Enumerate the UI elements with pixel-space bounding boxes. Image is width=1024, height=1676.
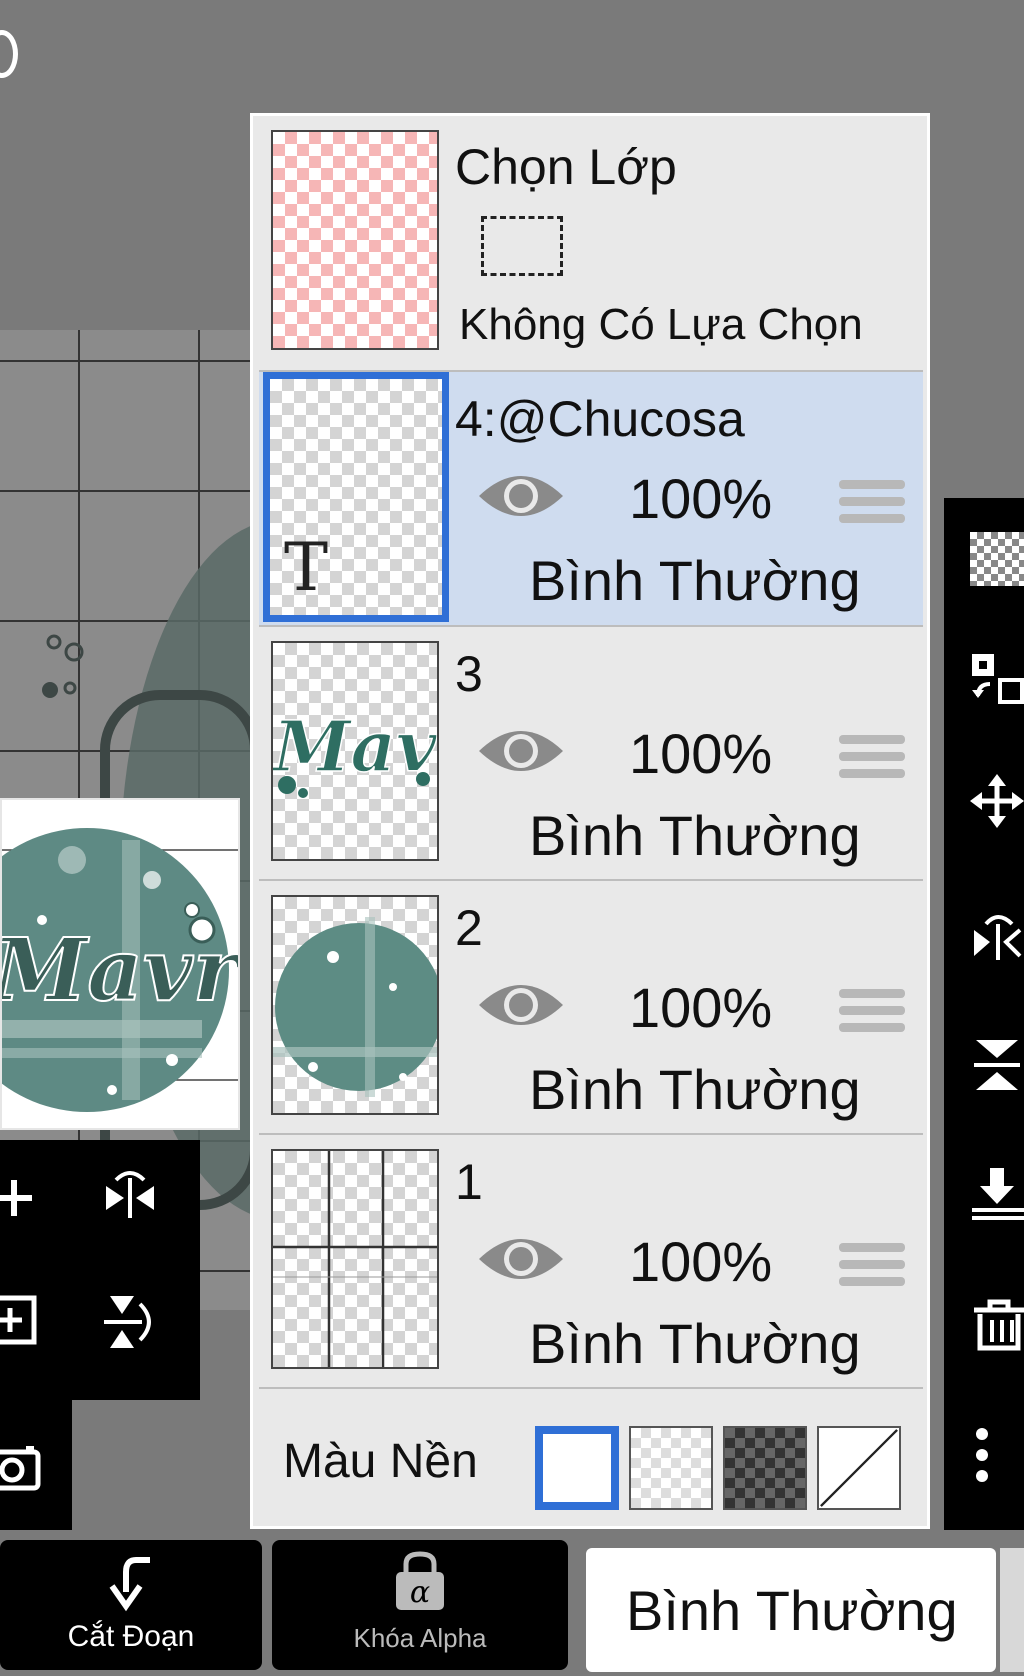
lock-alpha-icon: α bbox=[396, 1551, 444, 1610]
marquee-selection-icon bbox=[481, 216, 563, 276]
text-layer-glyph: T bbox=[284, 529, 329, 606]
merge-down-icon[interactable] bbox=[970, 1168, 1024, 1222]
blend-mode-label: Bình Thường bbox=[626, 1579, 958, 1642]
layer-blend-mode: Bình Thường bbox=[529, 804, 861, 867]
layer-row-4[interactable]: T 4:@Chucosa 100% Bình Thường bbox=[259, 372, 923, 627]
layer-blend-mode: Bình Thường bbox=[529, 1058, 861, 1121]
layer-swap-icon[interactable] bbox=[970, 652, 1024, 706]
layer-2-art bbox=[273, 917, 437, 1097]
eye-icon[interactable] bbox=[477, 723, 565, 779]
move-icon[interactable] bbox=[970, 774, 1024, 828]
clip-label: Cắt Đoạn bbox=[67, 1620, 195, 1653]
arrow-curve-down-icon bbox=[109, 1557, 150, 1612]
flip-horizontal-icon[interactable] bbox=[100, 1164, 160, 1224]
flip-vertical-icon[interactable] bbox=[100, 1290, 160, 1350]
layer-name: 3 bbox=[455, 646, 483, 702]
eye-icon[interactable] bbox=[477, 1231, 565, 1287]
transparency-icon[interactable] bbox=[970, 532, 1024, 586]
background-color-row: Màu Nền bbox=[259, 1396, 923, 1524]
artwork-preview[interactable]: Mavri bbox=[0, 798, 240, 1130]
background-option-white[interactable] bbox=[535, 1426, 619, 1510]
background-color-label: Màu Nền bbox=[283, 1435, 478, 1488]
flip-layer-horizontal-icon[interactable] bbox=[970, 906, 1024, 960]
eye-icon[interactable] bbox=[477, 977, 565, 1033]
selection-status: Không Có Lựa Chọn bbox=[459, 300, 863, 349]
layer-opacity[interactable]: 100% bbox=[629, 1229, 772, 1294]
selection-layer-row[interactable]: Chọn Lớp Không Có Lựa Chọn bbox=[259, 116, 923, 372]
more-options-icon[interactable] bbox=[970, 1428, 1024, 1482]
layer-name: 2 bbox=[455, 900, 483, 956]
flip-layer-vertical-icon[interactable] bbox=[970, 1038, 1024, 1092]
layer-blend-mode: Bình Thường bbox=[529, 549, 861, 612]
camera-icon[interactable] bbox=[0, 1438, 60, 1498]
layer-opacity[interactable]: 100% bbox=[629, 721, 772, 786]
alpha-lock-button[interactable]: α Khóa Alpha bbox=[272, 1540, 568, 1670]
background-option-transparent-light[interactable] bbox=[629, 1426, 713, 1510]
svg-text:α: α bbox=[410, 1575, 430, 1610]
left-tool-panel bbox=[0, 1140, 200, 1400]
layer-opacity[interactable]: 100% bbox=[629, 466, 772, 531]
clip-button[interactable]: Cắt Đoạn bbox=[0, 1540, 262, 1670]
layer-blend-mode: Bình Thường bbox=[529, 1312, 861, 1375]
add-layer-icon[interactable] bbox=[0, 1168, 60, 1228]
alpha-lock-label: Khóa Alpha bbox=[353, 1623, 487, 1653]
layer-thumbnail-2 bbox=[271, 895, 439, 1115]
drag-handle-icon[interactable] bbox=[839, 1243, 905, 1294]
layer-name: 4:@Chucosa bbox=[455, 391, 745, 447]
layer-row-2[interactable]: 2 100% Bình Thường bbox=[259, 881, 923, 1135]
layer-name: 1 bbox=[455, 1154, 483, 1210]
bottom-bar: Cắt Đoạn α Khóa Alpha Bình Thường bbox=[0, 1530, 1024, 1676]
preview-artwork: Mavri bbox=[2, 828, 238, 1112]
drag-handle-icon[interactable] bbox=[839, 735, 905, 786]
layer-thumbnail-1 bbox=[271, 1149, 439, 1369]
duplicate-layer-icon[interactable] bbox=[0, 1290, 60, 1350]
selection-layer-title: Chọn Lớp bbox=[455, 139, 677, 195]
layer-thumbnail-3: Mavri bbox=[271, 641, 439, 861]
trash-icon[interactable] bbox=[970, 1298, 1024, 1352]
layer-3-art: Mavri bbox=[273, 704, 437, 798]
drag-handle-icon[interactable] bbox=[839, 480, 905, 531]
eye-icon[interactable] bbox=[477, 468, 565, 524]
layer-1-art bbox=[273, 1151, 437, 1367]
bottom-bar-edge bbox=[1000, 1548, 1024, 1672]
layer-panel: Chọn Lớp Không Có Lựa Chọn T 4:@Chucosa … bbox=[250, 113, 930, 1529]
canvas-decoration bbox=[42, 634, 84, 698]
selection-layer-thumbnail bbox=[271, 130, 439, 350]
layer-thumbnail-4: T bbox=[263, 372, 449, 622]
svg-text:Mavri: Mavri bbox=[2, 920, 238, 1021]
left-tool-panel-lower bbox=[0, 1400, 72, 1530]
corner-glyph bbox=[0, 30, 18, 78]
blend-mode-dropdown[interactable]: Bình Thường bbox=[586, 1548, 996, 1672]
right-toolbar bbox=[944, 498, 1024, 1530]
background-option-none[interactable] bbox=[817, 1426, 901, 1510]
svg-text:Mavri: Mavri bbox=[273, 705, 437, 788]
drag-handle-icon[interactable] bbox=[839, 989, 905, 1040]
layer-opacity[interactable]: 100% bbox=[629, 975, 772, 1040]
layer-row-3[interactable]: Mavri 3 100% Bình Thường bbox=[259, 627, 923, 881]
background-option-transparent-dark[interactable] bbox=[723, 1426, 807, 1510]
layer-row-1[interactable]: 1 100% Bình Thường bbox=[259, 1135, 923, 1389]
